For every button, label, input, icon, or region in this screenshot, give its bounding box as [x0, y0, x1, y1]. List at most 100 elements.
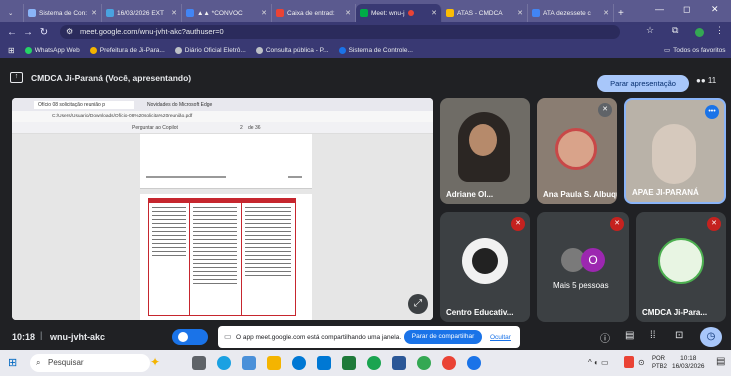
inner-tab-strip: Ofício 08 solicitação reunião p Novidade…: [12, 98, 433, 111]
edge-icon[interactable]: [217, 356, 231, 370]
taskbar-search[interactable]: ⌕ Pesquisar: [30, 354, 150, 372]
maximize-button[interactable]: ◻: [683, 4, 690, 15]
store-icon[interactable]: [242, 356, 256, 370]
close-icon[interactable]: ✕: [345, 9, 351, 17]
back-arrow-icon[interactable]: ←: [4, 27, 20, 38]
chrome-icon[interactable]: [417, 356, 431, 370]
bookmark-diario[interactable]: Diário Oficial Eletrô...: [174, 46, 246, 54]
info-icon[interactable]: ⓘ: [600, 330, 610, 345]
tab-search-button[interactable]: ⌄: [4, 4, 24, 22]
tray-app-icon[interactable]: [624, 356, 634, 368]
pdf-viewport: [12, 134, 433, 320]
task-view-icon[interactable]: [192, 356, 206, 370]
table-header: [149, 199, 295, 203]
participant-tile-apae[interactable]: ••• APAE JI-PARANÁ: [624, 98, 726, 204]
reload-icon[interactable]: ↻: [36, 27, 52, 38]
expand-icon[interactable]: ⤢: [408, 294, 428, 314]
file-explorer-icon[interactable]: [267, 356, 281, 370]
caption-toggle[interactable]: [172, 329, 208, 345]
all-bookmarks-button[interactable]: ▭ Todos os favoritos: [664, 46, 726, 55]
tab-convoc[interactable]: ▲▲ *CONVOC ✕: [182, 4, 272, 22]
apps-grid-icon[interactable]: ⊞: [8, 46, 15, 55]
close-icon[interactable]: ✕: [91, 9, 97, 17]
close-icon[interactable]: ✕: [261, 9, 267, 17]
language-indicator[interactable]: POR PTB2: [652, 355, 667, 371]
site-info-icon[interactable]: ⚙: [66, 25, 73, 39]
bookmark-consulta[interactable]: Consulta pública - P...: [255, 46, 329, 54]
more-vert-icon[interactable]: ⋮: [715, 25, 724, 36]
stop-sharing-button[interactable]: Parar de compartilhar: [404, 330, 482, 344]
participant-count: 11: [707, 76, 717, 85]
close-window-button[interactable]: ✕: [711, 4, 719, 15]
tab-extrato[interactable]: 16/03/2026 EXT ✕: [102, 4, 182, 22]
network-icon[interactable]: ⊙: [638, 358, 645, 367]
close-icon[interactable]: ✕: [431, 9, 437, 17]
avatar[interactable]: [695, 28, 704, 37]
footer-page: [288, 176, 302, 178]
bookmark-whatsapp[interactable]: WhatsApp Web: [24, 46, 80, 54]
screen-share-icon: ▭: [224, 332, 232, 341]
lock-icon[interactable]: ⊡: [675, 330, 683, 341]
windows-start-icon[interactable]: ⊞: [8, 356, 17, 369]
tab-meet[interactable]: Meet: wnu-j ✕: [356, 4, 442, 22]
close-icon[interactable]: ✕: [517, 9, 523, 17]
bookmark-sistema[interactable]: Sistema de Controle...: [338, 46, 413, 54]
mic-off-icon: ✕: [598, 103, 612, 117]
word-icon[interactable]: [392, 356, 406, 370]
hide-button[interactable]: Ocultar: [490, 334, 511, 341]
gmail-icon: [276, 9, 284, 17]
system-clock[interactable]: 10:18 16/03/2026: [672, 355, 705, 371]
close-icon[interactable]: ✕: [171, 9, 177, 17]
forward-arrow-icon[interactable]: →: [20, 27, 36, 38]
minimize-button[interactable]: —: [655, 4, 664, 14]
tray-icons[interactable]: ^ ◐ ▭: [588, 358, 609, 367]
tab-gmail[interactable]: Caixa de entrad: ✕: [272, 4, 356, 22]
address-toolbar: ← → ↻ ⚙ meet.google.com/wnu-jvht-akc?aut…: [0, 22, 731, 42]
chrome-icon-3[interactable]: [467, 356, 481, 370]
participant-tile-cmdca[interactable]: ✕ CMDCA Ji-Para...: [636, 212, 726, 322]
chrome-icon-2[interactable]: [442, 356, 456, 370]
text-block: [245, 207, 291, 277]
participant-tile-adriane[interactable]: Adriane Ol...: [440, 98, 530, 204]
participant-name: CMDCA Ji-Para...: [642, 308, 708, 317]
participant-tile-more[interactable]: ✕ O Mais 5 pessoas: [537, 212, 629, 322]
notifications-icon[interactable]: ▤: [716, 356, 725, 367]
widgets-icon[interactable]: ✦: [150, 355, 160, 369]
bookmark-label: Diário Oficial Eletrô...: [184, 46, 246, 54]
new-tab-button[interactable]: +: [614, 4, 632, 22]
bookmark-label: Consulta pública - P...: [265, 46, 329, 54]
excel-icon[interactable]: [342, 356, 356, 370]
outlook-icon[interactable]: [317, 356, 331, 370]
tab-atas[interactable]: ATAS - CMDCA ✕: [442, 4, 528, 22]
participants-badge[interactable]: ●● 11: [696, 76, 716, 85]
inner-path: C:/Users/Usuario/Downloads/Ofício-08%20s…: [52, 114, 193, 119]
tab-ata-dezessete[interactable]: ATA dezessete c ✕: [528, 4, 614, 22]
extensions-icon[interactable]: ⧉: [672, 25, 678, 36]
tab-sistema[interactable]: Sistema de Con: ✕: [24, 4, 102, 22]
pdf-table: [148, 198, 296, 316]
docs-icon: [532, 9, 540, 17]
chat-icon[interactable]: ▤: [625, 330, 634, 341]
close-icon[interactable]: ✕: [603, 9, 609, 17]
app-icon[interactable]: [292, 356, 306, 370]
url-text: meet.google.com/wnu-jvht-akc?authuser=0: [80, 27, 224, 36]
chevron-down-icon: ⌄: [8, 10, 14, 17]
host-controls-icon[interactable]: ◷: [700, 327, 722, 347]
star-icon[interactable]: ☆: [646, 25, 654, 36]
page-number: 2: [240, 125, 243, 131]
meeting-clock: 10:18: [12, 332, 36, 342]
site-icon: [28, 9, 36, 17]
tab-label: 16/03/2026 EXT: [117, 9, 164, 17]
activities-icon[interactable]: ⁞⁞: [650, 330, 656, 341]
participant-tile-ana-paula[interactable]: ✕ Ana Paula S. Albuqu...: [537, 98, 617, 204]
pdf-page-2: [140, 194, 312, 320]
whatsapp-icon: [24, 46, 32, 54]
bookmark-prefeitura[interactable]: Prefeitura de Ji-Para...: [89, 46, 165, 54]
text-block: [152, 207, 186, 257]
mic-off-icon: ✕: [707, 217, 721, 231]
participant-tile-centro[interactable]: ✕ Centro Educativ...: [440, 212, 530, 322]
site-icon: [106, 9, 114, 17]
url-input[interactable]: ⚙ meet.google.com/wnu-jvht-akc?authuser=…: [60, 25, 620, 39]
whatsapp-icon[interactable]: [367, 356, 381, 370]
stop-presenting-button[interactable]: Parar apresentação: [597, 75, 689, 92]
